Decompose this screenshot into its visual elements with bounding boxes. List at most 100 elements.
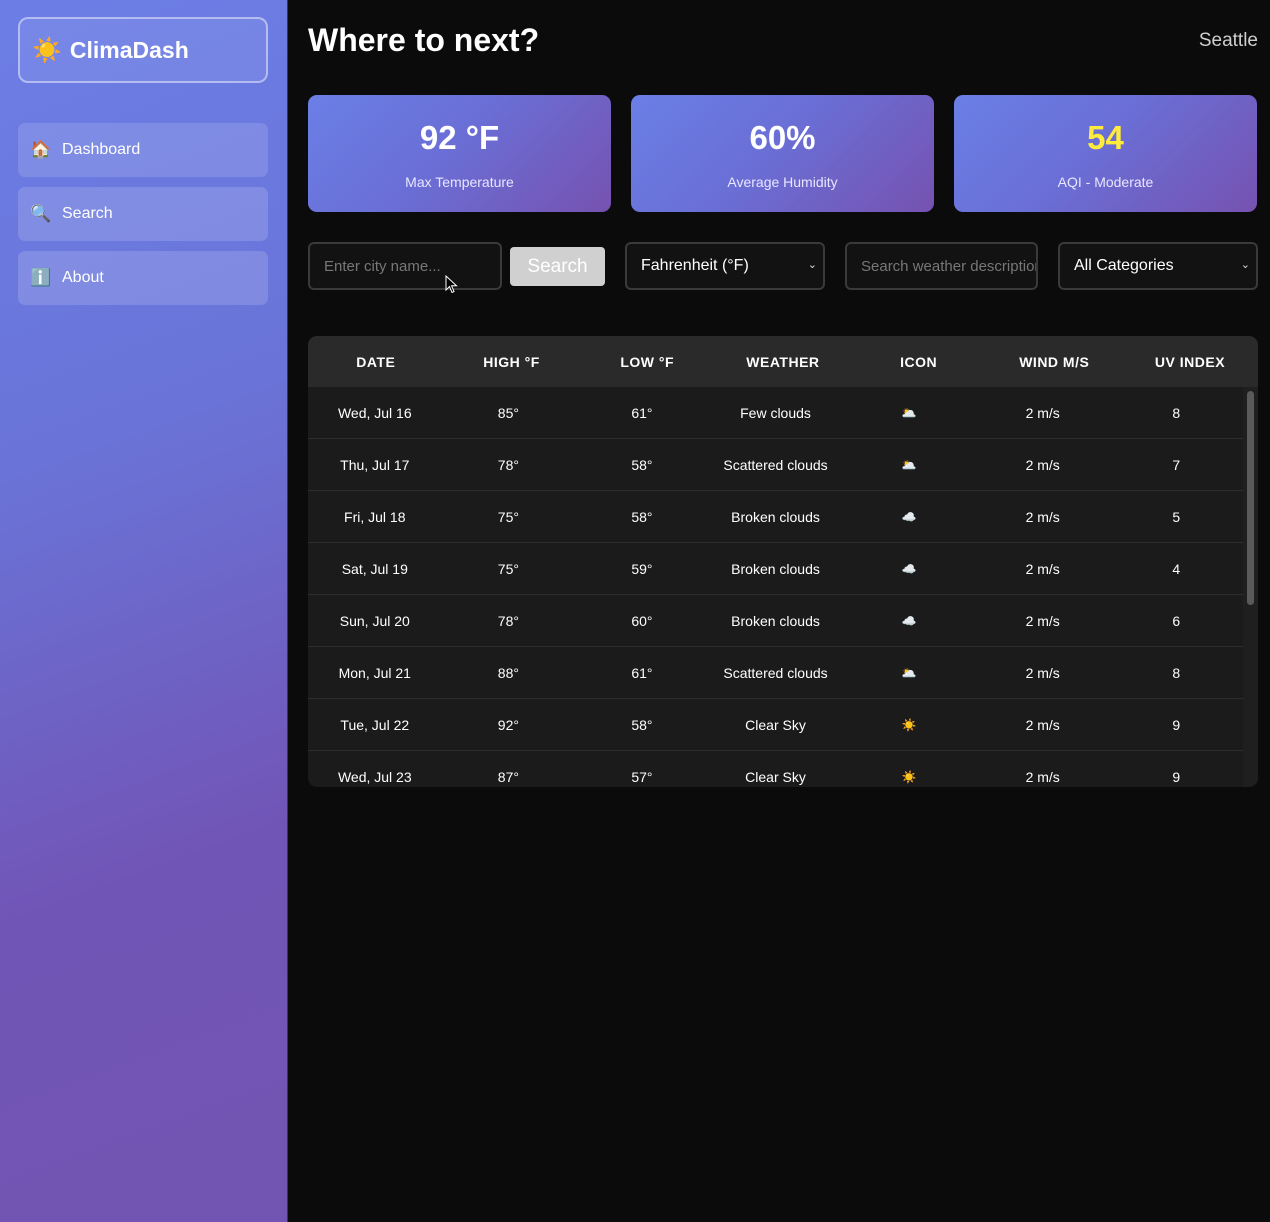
sun-icon: ☀️ <box>901 717 917 732</box>
stat-card-aqi: 54 AQI - Moderate <box>954 95 1257 212</box>
table-row: Sun, Jul 20 78° 60° Broken clouds ☁️ 2 m/s 6 <box>308 595 1243 647</box>
table-cell: Fri, Jul 18 <box>344 508 406 525</box>
main-content: Where to next? Seattle 92 °F Max Tempera… <box>288 0 1270 1222</box>
table-cell: 4 <box>1172 560 1181 577</box>
stat-value: 54 <box>1087 119 1124 156</box>
brand-logo[interactable]: ☀️ ClimaDash <box>18 17 268 83</box>
scrollbar-thumb[interactable] <box>1247 391 1254 605</box>
stat-label: AQI - Moderate <box>1057 174 1154 190</box>
page-title: Where to next? <box>308 22 540 58</box>
sidebar-item-label: Dashboard <box>62 141 141 158</box>
sidebar-item-dashboard[interactable]: 🏠 Dashboard <box>18 123 268 177</box>
unit-select-value: Fahrenheit (°F) <box>641 257 749 274</box>
chevron-down-icon: ⌄ <box>807 259 817 271</box>
info-icon: ℹ️ <box>30 268 52 287</box>
table-row: Fri, Jul 18 75° 58° Broken clouds ☁️ 2 m/s 5 <box>308 491 1243 543</box>
table-cell: 6 <box>1172 612 1181 629</box>
chevron-down-icon: ⌄ <box>1240 259 1250 271</box>
table-row: Tue, Jul 22 92° 58° Clear Sky ☀️ 2 m/s 9 <box>308 699 1243 751</box>
sidebar-item-search[interactable]: 🔍 Search <box>18 187 268 241</box>
unit-select[interactable]: Fahrenheit (°F) ⌄ <box>625 242 825 290</box>
sidebar-item-label: Search <box>62 205 113 222</box>
category-select[interactable]: All Categories ⌄ <box>1058 242 1258 290</box>
table-cell: 60° <box>631 612 653 629</box>
table-cell: 88° <box>497 664 519 681</box>
sun-cloud-icon: ☀️ <box>32 36 62 64</box>
cloud-icon: ☁️ <box>901 509 917 524</box>
table-cell: 57° <box>631 768 653 785</box>
table-cell: Wed, Jul 23 <box>337 768 412 785</box>
table-cell: Sat, Jul 19 <box>341 560 408 577</box>
table-cell: 2 m/s <box>1025 456 1060 473</box>
table-cell: 9 <box>1172 716 1181 733</box>
table-cell: 75° <box>497 560 519 577</box>
table-cell: 8 <box>1172 664 1181 681</box>
column-header: WIND M/S <box>1019 353 1090 370</box>
table-cell: 58° <box>631 508 653 525</box>
table-cell: 2 m/s <box>1025 560 1060 577</box>
table-row: Sat, Jul 19 75° 59° Broken clouds ☁️ 2 m/s 4 <box>308 543 1243 595</box>
stat-label: Max Temperature <box>405 174 514 190</box>
search-button[interactable]: Search <box>510 247 605 286</box>
sun-behind-cloud-icon: 🌥️ <box>901 457 917 472</box>
table-cell: Scattered clouds <box>723 456 828 473</box>
table-cell: 5 <box>1172 508 1181 525</box>
stat-card-max-temperature: 92 °F Max Temperature <box>308 95 611 212</box>
table-cell: 78° <box>497 612 519 629</box>
table-cell: 59° <box>631 560 653 577</box>
table-cell: 2 m/s <box>1025 664 1060 681</box>
column-header: HIGH °F <box>483 353 540 370</box>
table-cell: Mon, Jul 21 <box>338 664 411 681</box>
table-cell: 2 m/s <box>1025 612 1060 629</box>
table-body: Wed, Jul 16 85° 61° Few clouds 🌥️ 2 m/s 8 Thu, … <box>308 387 1243 787</box>
table-row: Thu, Jul 17 78° 58° Scattered clouds 🌥️ 2 m/s… <box>308 439 1243 491</box>
current-city: Seattle <box>1198 30 1258 51</box>
table-cell: Broken clouds <box>731 508 820 525</box>
table-cell: Thu, Jul 17 <box>340 456 410 473</box>
table-cell: Broken clouds <box>731 560 820 577</box>
table-cell: Sun, Jul 20 <box>339 612 410 629</box>
brand-title: ClimaDash <box>69 36 189 63</box>
stat-label: Average Humidity <box>727 174 838 190</box>
table-row: Wed, Jul 23 87° 57° Clear Sky ☀️ 2 m/s 9 <box>308 751 1243 787</box>
table-cell: Scattered clouds <box>723 664 828 681</box>
column-header: WEATHER <box>746 353 820 370</box>
table-cell: Tue, Jul 22 <box>340 716 410 733</box>
table-cell: 9 <box>1172 768 1181 785</box>
cloud-icon: ☁️ <box>901 561 917 576</box>
table-cell: Clear Sky <box>745 716 806 733</box>
mouse-cursor-icon <box>445 275 458 294</box>
column-header: LOW °F <box>620 353 675 370</box>
sidebar-item-about[interactable]: ℹ️ About <box>18 251 268 305</box>
table-cell: Wed, Jul 16 <box>337 404 412 421</box>
stat-card-humidity: 60% Average Humidity <box>631 95 934 212</box>
table-cell: 2 m/s <box>1025 508 1060 525</box>
sun-behind-cloud-icon: 🌥️ <box>901 665 917 680</box>
table-cell: Broken clouds <box>731 612 820 629</box>
sun-behind-cloud-icon: 🌥️ <box>901 405 917 420</box>
category-select-value: All Categories <box>1074 257 1174 274</box>
table-cell: Clear Sky <box>745 768 806 785</box>
table-row: Wed, Jul 16 85° 61° Few clouds 🌥️ 2 m/s 8 <box>308 387 1243 439</box>
forecast-table: DATE HIGH °F LOW °F WEATHER ICON WIND M/… <box>308 336 1258 787</box>
sidebar: ☀️ ClimaDash 🏠 Dashboard 🔍 Search ℹ️ Abo… <box>0 0 288 1222</box>
sidebar-item-label: About <box>62 269 104 286</box>
cloud-icon: ☁️ <box>901 613 917 628</box>
table-row: Mon, Jul 21 88° 61° Scattered clouds 🌥️ 2 m/s… <box>308 647 1243 699</box>
table-cell: 2 m/s <box>1025 716 1060 733</box>
table-scrollbar[interactable] <box>1243 387 1258 787</box>
stat-value: 92 °F <box>419 119 500 156</box>
table-cell: Few clouds <box>740 404 811 421</box>
table-cell: 61° <box>631 664 653 681</box>
table-cell: 7 <box>1172 456 1181 473</box>
city-search-input[interactable]: Enter city name... <box>308 242 502 290</box>
home-icon: 🏠 <box>30 140 52 159</box>
weather-description-input[interactable]: Search weather description <box>845 242 1038 290</box>
table-cell: 87° <box>497 768 519 785</box>
table-cell: 78° <box>497 456 519 473</box>
table-cell: 85° <box>497 404 519 421</box>
column-header: UV INDEX <box>1154 353 1226 370</box>
table-cell: 75° <box>497 508 519 525</box>
table-cell: 58° <box>631 456 653 473</box>
table-cell: 58° <box>631 716 653 733</box>
